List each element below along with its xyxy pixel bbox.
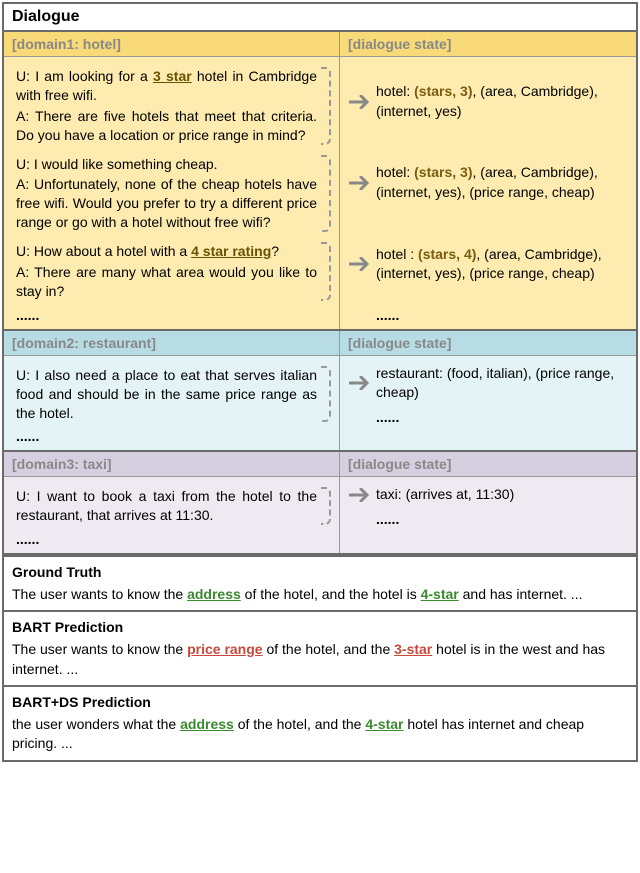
hotel-state-1: hotel: (stars, 3), (area, Cambridge), (i…	[348, 63, 628, 140]
incorrect-keyword: price range	[187, 641, 262, 657]
taxi-state-label: [dialogue state]	[340, 452, 636, 476]
restaurant-domain-label: [domain2: restaurant]	[4, 331, 340, 355]
correct-keyword: address	[187, 586, 241, 602]
taxi-state-1: taxi: (arrives at, 11:30)	[348, 483, 628, 507]
text: and has internet. ...	[459, 586, 583, 602]
correct-keyword: 4-star	[365, 716, 403, 732]
hotel-turn-1-agent: A: There are five hotels that meet that …	[16, 107, 317, 145]
hotel-ellipsis: ......	[12, 307, 333, 323]
hotel-turns: U: I am looking for a 3 star hotel in Ca…	[4, 57, 340, 329]
text: hotel:	[376, 83, 414, 99]
bracket-icon	[321, 155, 331, 233]
slot-value: (stars, 3)	[414, 164, 472, 180]
state-text: restaurant: (food, italian), (price rang…	[376, 362, 628, 405]
hotel-body: U: I am looking for a 3 star hotel in Ca…	[4, 57, 636, 331]
taxi-body: U: I want to book a taxi from the hotel …	[4, 477, 636, 555]
bracket-icon	[321, 366, 331, 423]
text: The user wants to know the	[12, 641, 187, 657]
key-phrase: 4 star rating	[191, 243, 271, 259]
incorrect-keyword: 3-star	[394, 641, 432, 657]
arrow-icon	[348, 95, 376, 109]
bartds-title: BART+DS Prediction	[12, 693, 628, 713]
restaurant-state-1: restaurant: (food, italian), (price rang…	[348, 362, 628, 405]
hotel-state-label: [dialogue state]	[340, 32, 636, 56]
restaurant-states: restaurant: (food, italian), (price rang…	[340, 356, 636, 451]
text: ?	[271, 243, 279, 259]
taxi-turns: U: I want to book a taxi from the hotel …	[4, 477, 340, 553]
restaurant-state-label: [dialogue state]	[340, 331, 636, 355]
hotel-header: [domain1: hotel] [dialogue state]	[4, 32, 636, 57]
taxi-turn-1-user: U: I want to book a taxi from the hotel …	[16, 487, 317, 525]
taxi-ellipsis: ......	[12, 531, 333, 547]
bart-block: BART Prediction The user wants to know t…	[4, 610, 636, 685]
correct-keyword: address	[180, 716, 234, 732]
ground-truth-block: Ground Truth The user wants to know the …	[4, 555, 636, 610]
text: of the hotel, and the	[234, 716, 366, 732]
hotel-states: hotel: (stars, 3), (area, Cambridge), (i…	[340, 57, 636, 329]
text: hotel :	[376, 246, 418, 262]
taxi-state-ellipsis: ......	[348, 511, 628, 527]
key-phrase: 3 star	[153, 68, 192, 84]
bartds-text: the user wonders what the address of the…	[12, 715, 628, 754]
text: hotel:	[376, 164, 414, 180]
restaurant-state-ellipsis: ......	[348, 409, 628, 425]
restaurant-turn-1: U: I also need a place to eat that serve…	[12, 362, 333, 427]
arrow-icon	[348, 257, 376, 271]
dialogue-figure: Dialogue [domain1: hotel] [dialogue stat…	[2, 2, 638, 762]
figure-title: Dialogue	[4, 4, 636, 32]
text: The user wants to know the	[12, 586, 187, 602]
hotel-turn-2-user: U: I would like something cheap.	[16, 155, 317, 174]
bartds-block: BART+DS Prediction the user wonders what…	[4, 685, 636, 760]
text: of the hotel, and the hotel is	[241, 586, 421, 602]
slot-value: (stars, 3)	[414, 83, 472, 99]
hotel-turn-2: U: I would like something cheap. A: Unfo…	[12, 151, 333, 237]
state-text: hotel : (stars, 4), (area, Cambridge), (…	[376, 243, 628, 286]
bracket-icon	[321, 487, 331, 525]
taxi-states: taxi: (arrives at, 11:30) ......	[340, 477, 636, 553]
hotel-turn-1-user: U: I am looking for a 3 star hotel in Ca…	[16, 67, 317, 105]
ground-truth-text: The user wants to know the address of th…	[12, 585, 628, 605]
taxi-domain-label: [domain3: taxi]	[4, 452, 340, 476]
text: of the hotel, and the	[263, 641, 395, 657]
restaurant-turns: U: I also need a place to eat that serve…	[4, 356, 340, 451]
state-text: hotel: (stars, 3), (area, Cambridge), (i…	[376, 80, 628, 123]
ground-truth-title: Ground Truth	[12, 563, 628, 583]
text: the user wonders what the	[12, 716, 180, 732]
restaurant-body: U: I also need a place to eat that serve…	[4, 356, 636, 453]
bracket-icon	[321, 67, 331, 145]
hotel-turn-3: U: How about a hotel with a 4 star ratin…	[12, 238, 333, 305]
hotel-turn-1: U: I am looking for a 3 star hotel in Ca…	[12, 63, 333, 149]
hotel-state-2: hotel: (stars, 3), (area, Cambridge), (i…	[348, 144, 628, 221]
state-text: taxi: (arrives at, 11:30)	[376, 483, 628, 507]
state-text: hotel: (stars, 3), (area, Cambridge), (i…	[376, 161, 628, 204]
slot-value: (stars, 4)	[418, 246, 476, 262]
arrow-icon	[348, 176, 376, 190]
restaurant-ellipsis: ......	[12, 428, 333, 444]
taxi-header: [domain3: taxi] [dialogue state]	[4, 452, 636, 477]
bart-text: The user wants to know the price range o…	[12, 640, 628, 679]
taxi-turn-1: U: I want to book a taxi from the hotel …	[12, 483, 333, 529]
restaurant-turn-1-user: U: I also need a place to eat that serve…	[16, 366, 317, 423]
text: U: I am looking for a	[16, 68, 153, 84]
arrow-icon	[348, 376, 376, 390]
hotel-turn-2-agent: A: Unfortunately, none of the cheap hote…	[16, 175, 317, 232]
bracket-icon	[321, 242, 331, 301]
hotel-state-ellipsis: ......	[348, 307, 628, 323]
hotel-state-3: hotel : (stars, 4), (area, Cambridge), (…	[348, 226, 628, 303]
text: U: How about a hotel with a	[16, 243, 191, 259]
hotel-domain-label: [domain1: hotel]	[4, 32, 340, 56]
hotel-turn-3-user: U: How about a hotel with a 4 star ratin…	[16, 242, 317, 261]
hotel-turn-3-agent: A: There are many what area would you li…	[16, 263, 317, 301]
correct-keyword: 4-star	[421, 586, 459, 602]
bart-title: BART Prediction	[12, 618, 628, 638]
arrow-icon	[348, 488, 376, 502]
restaurant-header: [domain2: restaurant] [dialogue state]	[4, 331, 636, 356]
